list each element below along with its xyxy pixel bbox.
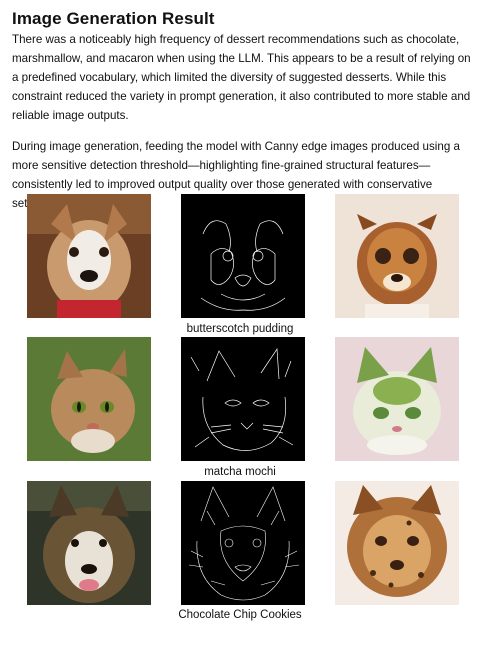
caption-butterscotch-pudding: butterscotch pudding: [186, 323, 294, 335]
generated-butterscotch-pudding: [335, 194, 459, 318]
caption-matcha-mochi: matcha mochi: [204, 466, 276, 478]
caption-chocolate-chip-cookies: Chocolate Chip Cookies: [178, 609, 302, 621]
canny-edges-cat: [181, 337, 305, 461]
original-image-cat: [27, 337, 151, 461]
document-page: Image Generation Result: [12, 8, 472, 30]
paragraph-1: There was a noticeably high frequency of…: [12, 33, 471, 122]
original-image-dog: [27, 194, 151, 318]
generated-matcha-mochi: [335, 337, 459, 461]
generated-chocolate-chip-cookies: [335, 481, 459, 605]
canny-edges-dog: [181, 194, 305, 318]
original-image-dog-2: [27, 481, 151, 605]
page-title: Image Generation Result: [12, 9, 215, 28]
canny-edges-dog-2: [181, 481, 305, 605]
